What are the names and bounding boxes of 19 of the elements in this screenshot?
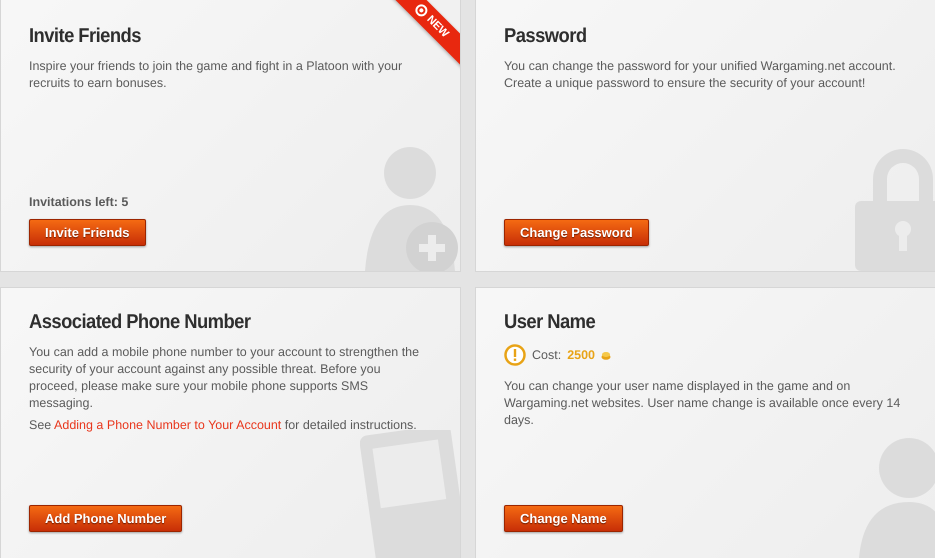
- card-title: Password: [504, 25, 587, 48]
- help-link[interactable]: Adding a Phone Number to Your Account: [54, 418, 282, 432]
- card-title: Invite Friends: [29, 25, 141, 48]
- description-text: You can add a mobile phone number to your account to strengthen the security of your account against any possible threat. Before you proceed, please make sure your mobile phone supports SMS messaging.: [29, 344, 420, 412]
- description-text: Inspire your friends to join the game and fight in a Platoon with your recruits to earn bonuses.: [29, 58, 404, 92]
- description-text: See Adding a Phone Number to Your Account for detailed instructions.: [29, 417, 418, 434]
- action-button[interactable]: Invite Friends: [29, 219, 146, 246]
- card-title: Associated Phone Number: [29, 311, 250, 334]
- cost-amount: 2500: [567, 348, 595, 362]
- description-text: You can change the password for your unified Wargaming.net account. Create a unique password to ensure the security of your account!: [504, 58, 897, 92]
- action-button[interactable]: Change Name: [504, 505, 623, 532]
- coins-icon: [601, 350, 611, 360]
- cost-label: Cost:: [532, 348, 562, 362]
- card-title: User Name: [504, 311, 596, 334]
- action-button[interactable]: Change Password: [504, 219, 649, 246]
- warning-icon: [504, 344, 526, 366]
- action-button[interactable]: Add Phone Number: [29, 505, 182, 532]
- invitations-count: Invitations left: 5: [29, 195, 128, 209]
- description-text: You can change your user name displayed in the game and on Wargaming.net websites. User name change is available once every 14 days.: [504, 378, 902, 429]
